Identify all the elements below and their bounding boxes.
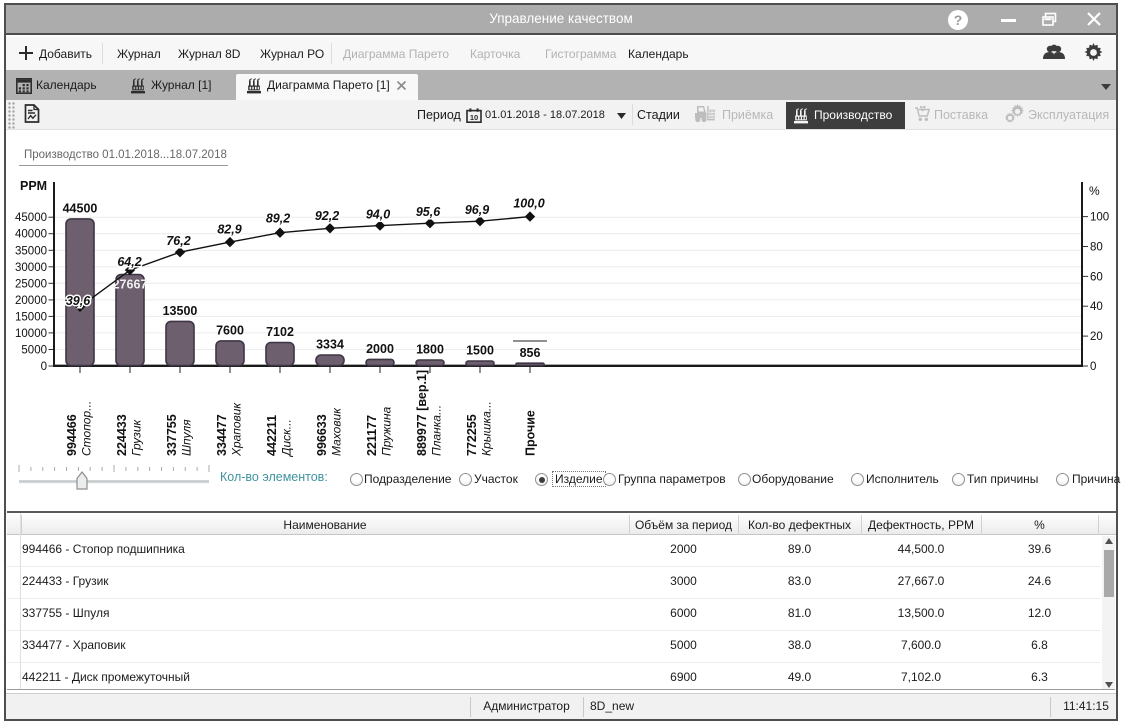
svg-text:7102: 7102 <box>266 325 294 339</box>
svg-text:25000: 25000 <box>15 278 47 290</box>
svg-text:Храповик: Храповик <box>230 402 244 457</box>
svg-text:76,2: 76,2 <box>166 234 190 248</box>
svg-text:100: 100 <box>1090 212 1109 224</box>
svg-text:334477: 334477 <box>215 414 229 456</box>
svg-text:221177: 221177 <box>365 415 379 456</box>
svg-text:94,0: 94,0 <box>366 208 390 222</box>
svg-text:%: % <box>1089 184 1100 198</box>
svg-text:92,2: 92,2 <box>315 209 339 223</box>
svg-text:80: 80 <box>1090 242 1103 254</box>
svg-text:20000: 20000 <box>15 295 47 307</box>
svg-text:40000: 40000 <box>15 229 47 241</box>
svg-text:20: 20 <box>1090 331 1103 343</box>
svg-text:95,6: 95,6 <box>416 205 441 219</box>
svg-text:10000: 10000 <box>15 328 47 340</box>
svg-text:Крышка...: Крышка... <box>480 401 494 456</box>
svg-text:0: 0 <box>1090 361 1096 373</box>
svg-text:5000: 5000 <box>21 345 47 357</box>
svg-text:2000: 2000 <box>366 342 394 356</box>
svg-text:Шпуля: Шпуля <box>180 419 194 456</box>
svg-text:0: 0 <box>41 361 47 373</box>
svg-text:1800: 1800 <box>416 343 444 357</box>
svg-text:Планка...: Планка... <box>430 405 444 456</box>
svg-text:30000: 30000 <box>15 262 47 274</box>
svg-text:10: 10 <box>470 113 478 122</box>
svg-text:Стопор...: Стопор... <box>80 401 94 456</box>
svg-text:889977 [вер.1]: 889977 [вер.1] <box>415 370 429 456</box>
svg-text:Маховик: Маховик <box>330 407 344 456</box>
svg-text:89,2: 89,2 <box>266 212 290 226</box>
svg-text:3334: 3334 <box>316 338 344 352</box>
svg-text:772255: 772255 <box>465 414 479 456</box>
svg-text:PPM: PPM <box>20 179 47 193</box>
svg-text:60: 60 <box>1090 271 1103 283</box>
svg-text:224433: 224433 <box>115 414 129 456</box>
svg-text:82,9: 82,9 <box>217 223 241 237</box>
svg-text:40: 40 <box>1090 301 1103 313</box>
svg-text:996633: 996633 <box>315 414 329 456</box>
svg-text:7600: 7600 <box>216 323 244 337</box>
svg-text:13500: 13500 <box>163 304 198 318</box>
svg-text:64,2: 64,2 <box>117 255 141 269</box>
svg-text:337755: 337755 <box>165 414 179 456</box>
svg-text:15000: 15000 <box>15 311 47 323</box>
svg-text:Прочие: Прочие <box>524 410 538 456</box>
svg-text:?: ? <box>954 12 963 28</box>
svg-text:Пружина: Пружина <box>380 406 394 456</box>
svg-text:994466: 994466 <box>65 414 79 456</box>
svg-text:856: 856 <box>520 346 541 360</box>
svg-text:96,9: 96,9 <box>465 203 489 217</box>
svg-text:45000: 45000 <box>15 212 47 224</box>
svg-text:39,6: 39,6 <box>66 294 91 308</box>
svg-text:Грузик: Грузик <box>130 418 144 456</box>
svg-text:Производство 01.01.2018...18.0: Производство 01.01.2018...18.07.2018 <box>24 149 227 161</box>
svg-text:100,0: 100,0 <box>513 197 544 211</box>
svg-text:1500: 1500 <box>466 344 494 358</box>
svg-text:442211: 442211 <box>265 415 279 456</box>
svg-text:44500: 44500 <box>63 201 98 215</box>
svg-text:Диск...: Диск... <box>280 419 294 458</box>
svg-text:35000: 35000 <box>15 245 47 257</box>
